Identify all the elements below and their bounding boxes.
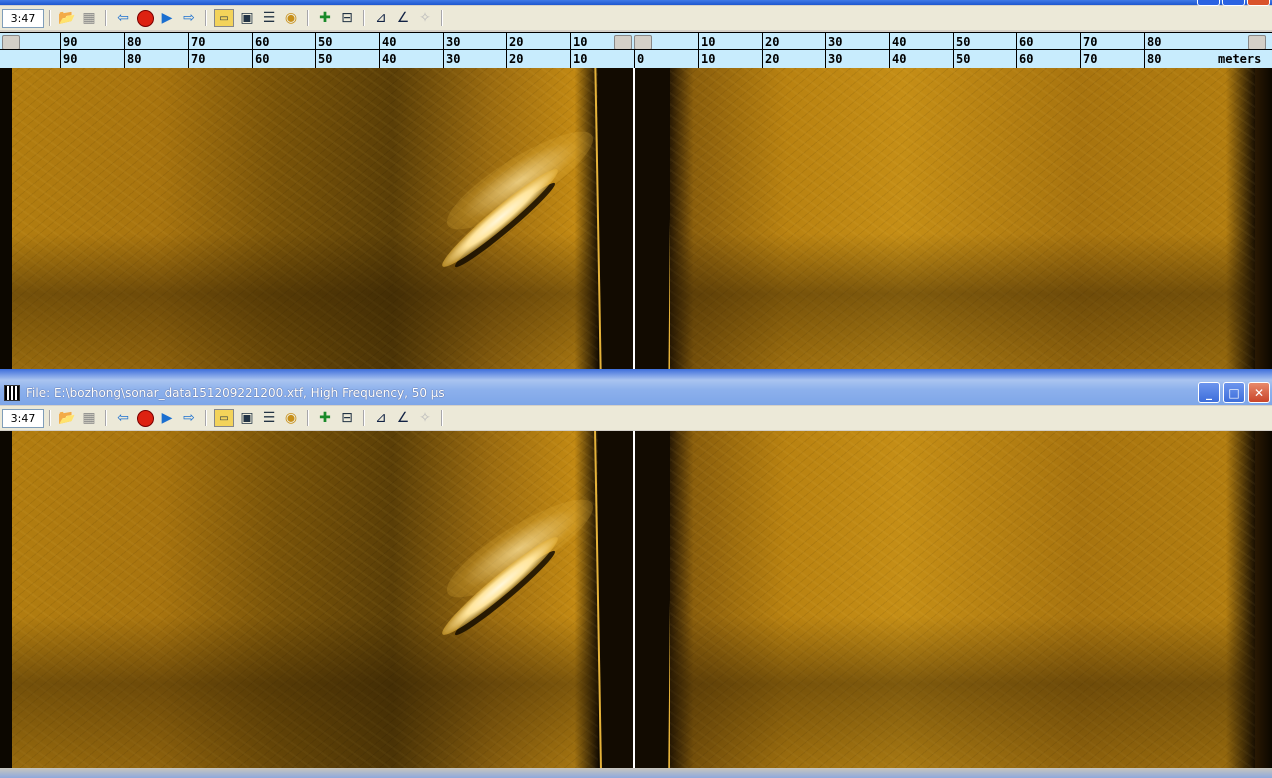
toolbar-bottom: 3:47 📂 ▦ ⇦ ▶ ⇨ ▭ ▣ ☰ ◉ ✚ ⊟ ⊿ ∠ ✧	[0, 406, 1272, 430]
ruler-tick: 90	[60, 50, 77, 68]
palette-icon[interactable]: ◉	[280, 7, 302, 29]
maximize-button[interactable]: □	[1223, 382, 1245, 403]
ruler-tick: 80	[1144, 50, 1161, 68]
toolbar-separator	[200, 9, 212, 27]
add-marker-icon[interactable]: ✚	[314, 407, 336, 429]
minimize-button[interactable]: _	[1198, 382, 1220, 403]
ruler-tick: 80	[124, 50, 141, 68]
forward-icon[interactable]: ⇨	[178, 407, 200, 429]
toolbar-top: 3:47 📂 ▦ ⇦ ▶ ⇨ ▭ ▣ ☰ ◉ ✚ ⊟ ⊿ ∠ ✧	[0, 6, 1272, 30]
time-display: 3:47	[2, 408, 44, 428]
remove-marker-icon[interactable]: ⊟	[336, 7, 358, 29]
ruler-tick: 10	[570, 50, 587, 68]
sonar-edge-right	[1255, 68, 1272, 369]
ruler-icon[interactable]: ▭	[214, 9, 234, 27]
equalizer-icon[interactable]: ☰	[258, 7, 280, 29]
toolbar-separator	[44, 409, 56, 427]
time-display: 3:47	[2, 8, 44, 28]
ruler-tick: 30	[443, 50, 460, 68]
close-button[interactable]: ✕	[1248, 382, 1270, 403]
sonar-waterfall-top[interactable]	[0, 68, 1272, 369]
ruler-tick: 50	[953, 50, 970, 68]
toolbar-separator	[436, 9, 448, 27]
ruler-tick: 20	[762, 50, 779, 68]
sonar-starboard-channel	[670, 68, 1255, 369]
clear-icon[interactable]: ✧	[414, 7, 436, 29]
measure-icon[interactable]: ⊿	[370, 407, 392, 429]
sonar-center-line	[633, 68, 635, 369]
ruler-icon[interactable]: ▭	[214, 409, 234, 427]
toolbar-separator	[100, 409, 112, 427]
top-window-buttons[interactable]	[1197, 0, 1270, 6]
top-window-edge	[0, 0, 1272, 5]
measure-icon[interactable]: ⊿	[370, 7, 392, 29]
remove-marker-icon[interactable]: ⊟	[336, 407, 358, 429]
forward-icon[interactable]: ⇨	[178, 7, 200, 29]
window-controls: _ □ ✕	[1198, 382, 1270, 403]
ruler-tick-zero: 0	[634, 50, 644, 68]
open-folder-icon[interactable]: 📂	[56, 407, 78, 429]
sonar-edge-right	[1255, 431, 1272, 768]
sonar-port-channel	[12, 431, 598, 768]
toolbar-separator	[44, 9, 56, 27]
toolbar-separator	[302, 409, 314, 427]
clear-icon[interactable]: ✧	[414, 407, 436, 429]
ruler-tick: 70	[188, 50, 205, 68]
open-folder-icon[interactable]: 📂	[56, 7, 78, 29]
toolbar-separator	[436, 409, 448, 427]
ruler-tick: 20	[506, 50, 523, 68]
sonar-center-line	[633, 431, 635, 768]
ruler-unit-label: meters	[1218, 52, 1262, 66]
play-icon[interactable]: ▶	[156, 7, 178, 29]
rewind-icon[interactable]: ⇦	[112, 407, 134, 429]
angle-icon[interactable]: ∠	[392, 407, 414, 429]
image-icon[interactable]: ▣	[236, 407, 258, 429]
angle-icon[interactable]: ∠	[392, 7, 414, 29]
stop-icon[interactable]	[134, 407, 156, 429]
toolbar-separator	[200, 409, 212, 427]
print-icon[interactable]: ▦	[78, 407, 100, 429]
scroll-thumb-center-left[interactable]	[614, 35, 632, 50]
sonar-starboard-channel	[670, 431, 1255, 768]
sonar-edge-left	[0, 431, 12, 768]
range-ruler-bottom: 90 80 70 60 50 40 30 20 10 0 10 20 30 40…	[0, 49, 1272, 69]
ruler-tick: 10	[698, 50, 715, 68]
toolbar-separator	[358, 409, 370, 427]
window-separator	[0, 369, 1272, 380]
app-icon	[4, 384, 20, 401]
ruler-tick: 50	[315, 50, 332, 68]
sonar-edge-left	[0, 68, 12, 369]
image-icon[interactable]: ▣	[236, 7, 258, 29]
play-icon[interactable]: ▶	[156, 407, 178, 429]
ruler-tick: 70	[1080, 50, 1097, 68]
title-bar[interactable]: File: E:\bozhong\sonar_data151209221200.…	[0, 380, 1272, 405]
window-title: File: E:\bozhong\sonar_data151209221200.…	[26, 385, 445, 400]
add-marker-icon[interactable]: ✚	[314, 7, 336, 29]
palette-icon[interactable]: ◉	[280, 407, 302, 429]
toolbar-separator	[302, 9, 314, 27]
ruler-tick: 40	[379, 50, 396, 68]
ruler-tick: 30	[825, 50, 842, 68]
scroll-thumb-center-right[interactable]	[634, 35, 652, 50]
stop-icon[interactable]	[134, 7, 156, 29]
equalizer-icon[interactable]: ☰	[258, 407, 280, 429]
ruler-tick: 60	[1016, 50, 1033, 68]
ruler-tick: 60	[252, 50, 269, 68]
sonar-waterfall-bottom[interactable]	[0, 431, 1272, 768]
toolbar-separator	[358, 9, 370, 27]
print-icon[interactable]: ▦	[78, 7, 100, 29]
scroll-thumb-right[interactable]	[1248, 35, 1266, 50]
window-bottom-border	[0, 768, 1272, 778]
toolbar-separator	[100, 9, 112, 27]
ruler-tick: 40	[889, 50, 906, 68]
rewind-icon[interactable]: ⇦	[112, 7, 134, 29]
scroll-thumb-left[interactable]	[2, 35, 20, 50]
